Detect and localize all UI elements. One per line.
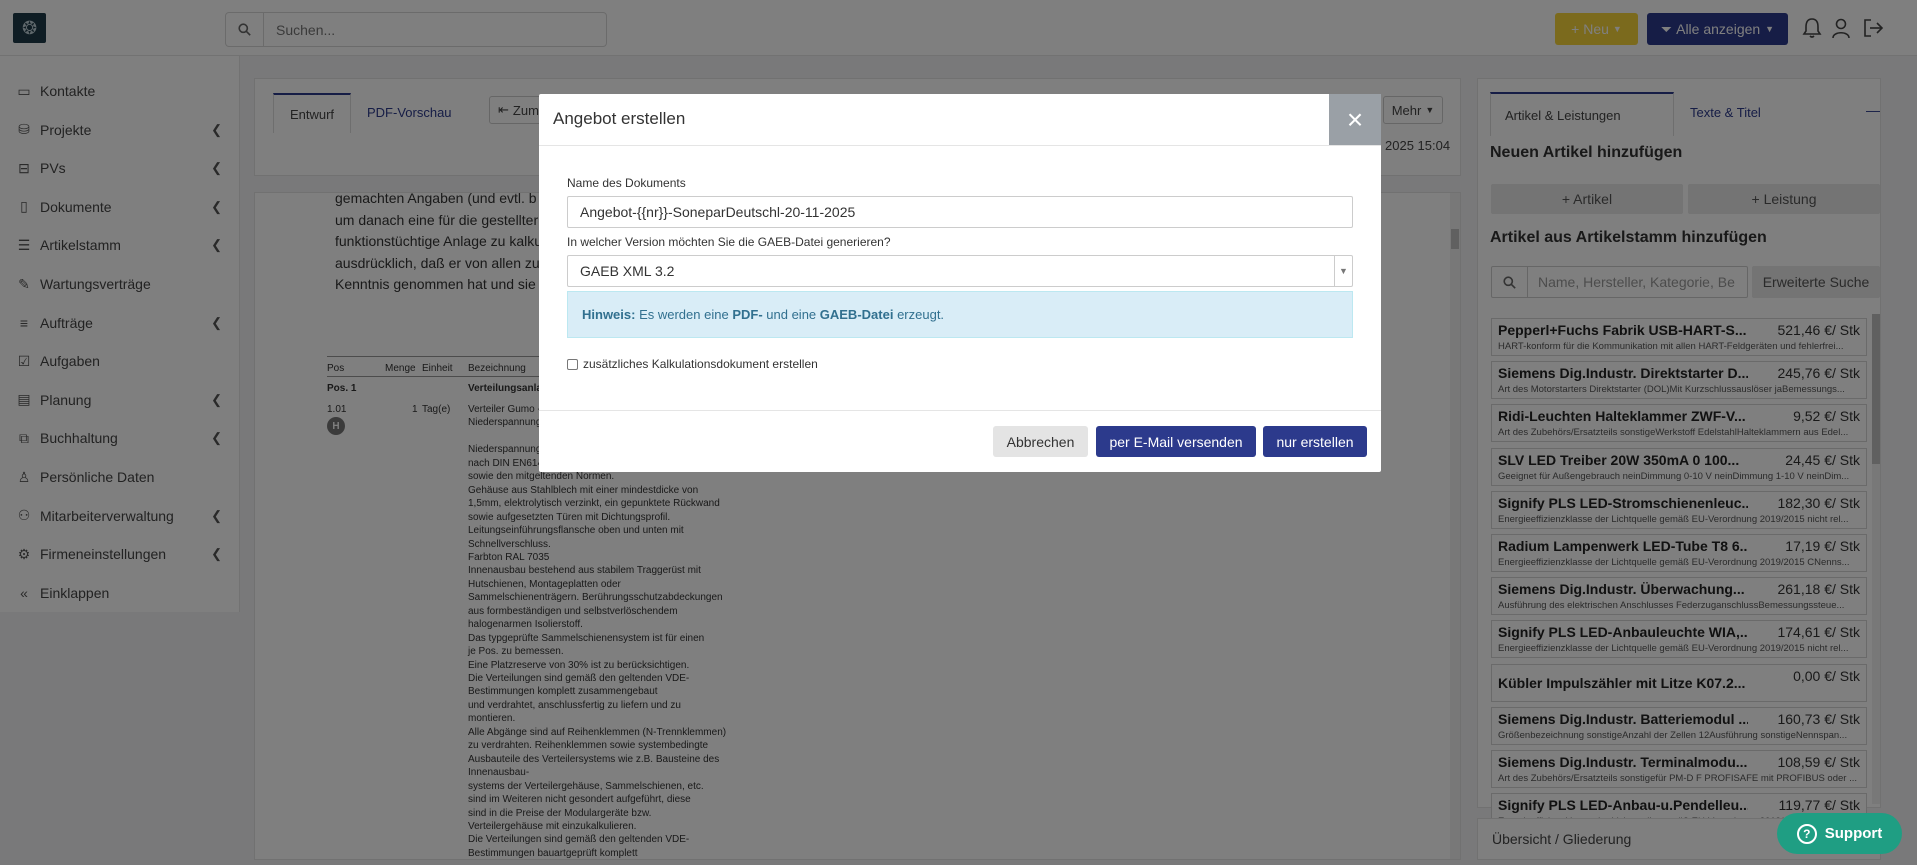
send-email-button[interactable]: per E-Mail versenden xyxy=(1096,426,1256,457)
divider xyxy=(539,410,1381,411)
hint-text-3: erzeugt. xyxy=(893,307,945,322)
checkbox-box[interactable] xyxy=(567,358,578,370)
cancel-label: Abbrechen xyxy=(1006,433,1075,450)
create-offer-dialog: Angebot erstellen × Name des Dokuments A… xyxy=(539,94,1381,472)
document-name-input[interactable]: Angebot-{{nr}}-SoneparDeutschl-20-11-202… xyxy=(567,196,1353,228)
hint-text-2: und eine xyxy=(762,307,820,322)
info-alert: Hinweis: Es werden eine PDF- und eine GA… xyxy=(567,291,1353,338)
close-button[interactable]: × xyxy=(1329,94,1381,145)
gaeb-version-value: GAEB XML 3.2 xyxy=(580,263,675,279)
document-name-label: Name des Dokuments xyxy=(567,176,686,190)
document-name-value: Angebot-{{nr}}-SoneparDeutschl-20-11-202… xyxy=(580,204,856,220)
gaeb-version-label: In welcher Version möchten Sie die GAEB-… xyxy=(567,235,891,249)
create-only-label: nur erstellen xyxy=(1276,433,1354,450)
chevron-down-icon: ▼ xyxy=(1334,256,1352,286)
calculation-checkbox[interactable]: zusätzliches Kalkulationsdokument erstel… xyxy=(567,357,818,371)
close-icon: × xyxy=(1346,103,1364,135)
divider xyxy=(539,145,1381,146)
cancel-button[interactable]: Abbrechen xyxy=(993,426,1088,457)
help-icon: ? xyxy=(1796,823,1817,844)
dialog-title: Angebot erstellen xyxy=(553,109,686,128)
send-email-label: per E-Mail versenden xyxy=(1109,433,1243,450)
support-button[interactable]: ? Support xyxy=(1777,813,1902,854)
calculation-checkbox-label: zusätzliches Kalkulationsdokument erstel… xyxy=(583,357,818,371)
hint-pdf: PDF- xyxy=(732,307,763,322)
gaeb-version-select[interactable]: GAEB XML 3.2 ▼ xyxy=(567,255,1353,287)
hint-text-1: Es werden eine xyxy=(635,307,733,322)
hint-prefix: Hinweis: xyxy=(582,307,636,322)
create-only-button[interactable]: nur erstellen xyxy=(1263,426,1367,457)
hint-gaeb: GAEB-Datei xyxy=(819,307,894,322)
support-label: Support xyxy=(1824,825,1883,842)
